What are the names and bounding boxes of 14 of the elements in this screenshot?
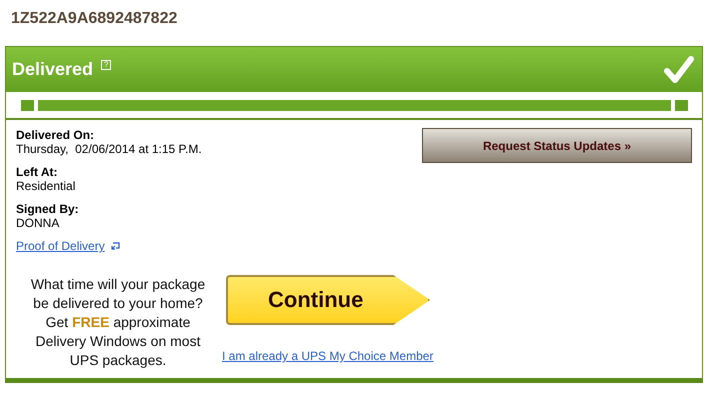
request-status-updates-button[interactable]: Request Status Updates » [422, 128, 692, 163]
detail-value: Thursday, 02/06/2014 at 1:15 P.M. [16, 142, 202, 156]
status-title: Delivered [12, 59, 94, 80]
tracking-number: 1Z522A9A6892487822 [10, 10, 178, 29]
detail-label: Signed By: [16, 202, 80, 216]
detail-value: Residential [16, 179, 76, 193]
continue-button[interactable]: Continue [226, 275, 430, 325]
detail-label: Left At: [16, 165, 59, 179]
proof-of-delivery-link[interactable]: Proof of Delivery [16, 239, 105, 253]
member-link[interactable]: I am already a UPS My Choice Member [222, 349, 434, 363]
popup-window-icon [110, 242, 120, 250]
promo-text: What time will your package be delivered to your home? Get FREE approximate Delivery Windows on most UPS packages. [30, 275, 206, 370]
detail-value: DONNA [16, 216, 60, 230]
detail-label: Delivered On: [16, 128, 96, 142]
